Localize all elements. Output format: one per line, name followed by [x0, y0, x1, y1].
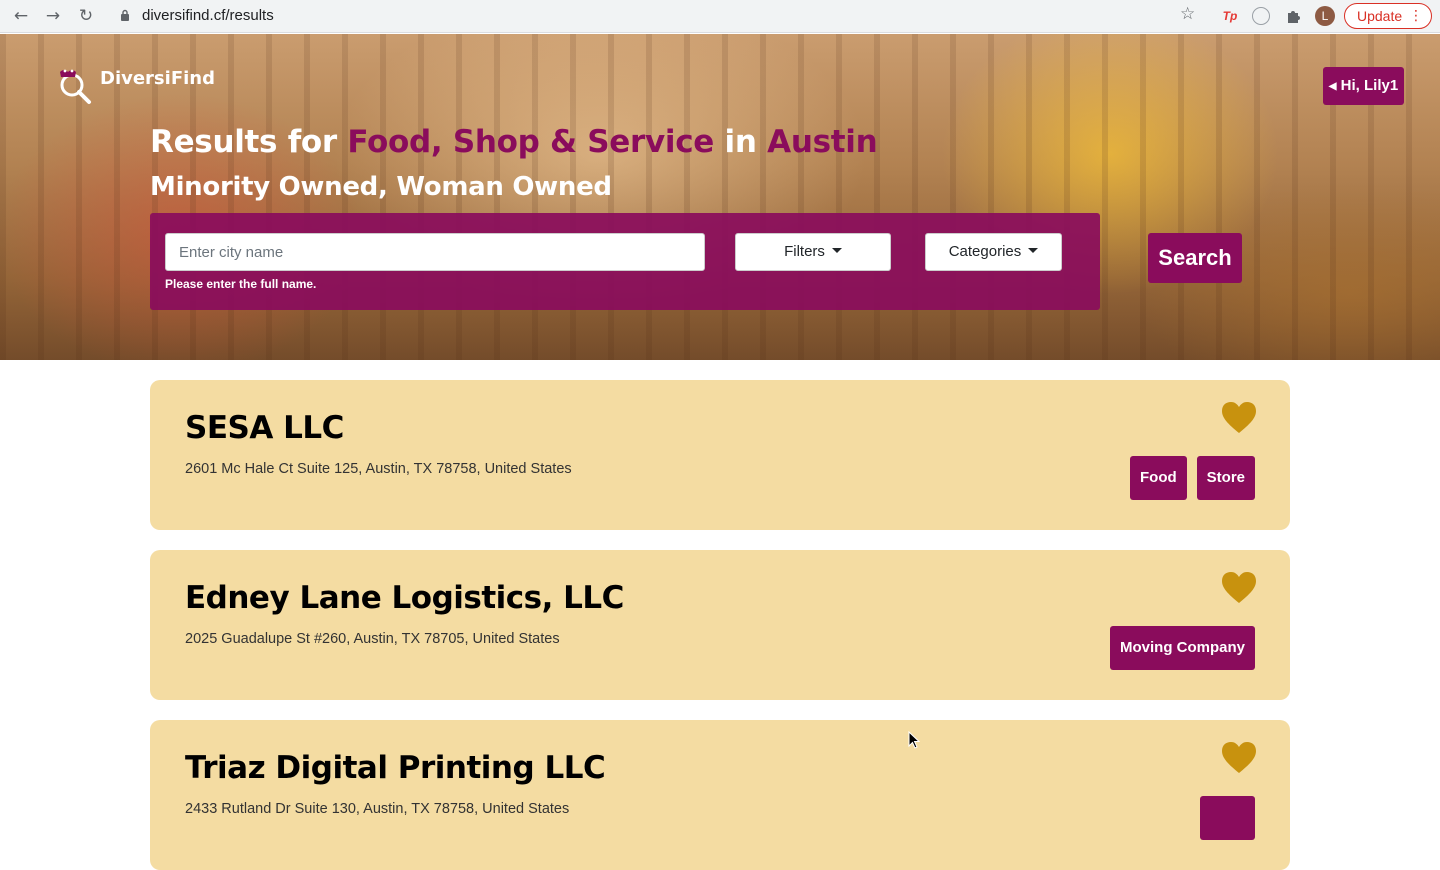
- reload-icon[interactable]: ↻: [74, 5, 98, 27]
- category-tags: Moving Company: [1109, 626, 1255, 670]
- result-card[interactable]: Edney Lane Logistics, LLC 2025 Guadalupe…: [150, 550, 1290, 700]
- extension-globe-icon[interactable]: [1252, 7, 1270, 25]
- caret-left-icon: ◀: [1328, 81, 1337, 92]
- tag-moving-company[interactable]: Moving Company: [1109, 626, 1255, 670]
- result-card[interactable]: Triaz Digital Printing LLC 2433 Rutland …: [150, 720, 1290, 870]
- caret-down-icon: [831, 248, 842, 253]
- city-search-input[interactable]: [165, 233, 705, 271]
- categories-label: Categories: [948, 243, 1022, 260]
- results-subtitle: Minority Owned, Woman Owned: [150, 172, 612, 202]
- address-bar[interactable]: diversifind.cf/results: [108, 2, 1210, 30]
- city-input-hint: Please enter the full name.: [165, 277, 317, 291]
- title-city: Austin: [767, 124, 878, 160]
- extension-tp-icon[interactable]: Tp: [1220, 6, 1240, 26]
- user-menu-button[interactable]: ◀ Hi, Lily1: [1323, 67, 1404, 105]
- title-in: in: [714, 124, 768, 160]
- back-icon[interactable]: ←: [9, 5, 33, 27]
- business-address: 2601 Mc Hale Ct Suite 125, Austin, TX 78…: [185, 461, 572, 477]
- results-title: Results for Food, Shop & Service in Aust…: [150, 124, 878, 160]
- tag-food[interactable]: Food: [1130, 456, 1187, 500]
- url-text: diversifind.cf/results: [142, 7, 274, 24]
- profile-avatar[interactable]: L: [1315, 6, 1335, 26]
- title-categories: Food, Shop & Service: [347, 124, 715, 160]
- more-menu-icon: ⋮: [1409, 8, 1423, 24]
- site-logo[interactable]: DiversiFind: [56, 66, 226, 106]
- categories-dropdown-button[interactable]: Categories: [925, 233, 1062, 271]
- favorite-heart-icon[interactable]: [1220, 400, 1258, 436]
- tag-store[interactable]: Store: [1196, 456, 1255, 500]
- search-panel: Please enter the full name. Filters Cate…: [150, 213, 1100, 310]
- tag-partial[interactable]: [1200, 796, 1255, 840]
- magnifier-logo-icon: [60, 69, 91, 104]
- browser-update-button[interactable]: Update ⋮: [1344, 3, 1432, 29]
- forward-icon[interactable]: →: [41, 5, 65, 27]
- title-prefix: Results for: [150, 124, 348, 160]
- search-button[interactable]: Search: [1148, 233, 1242, 283]
- update-label: Update: [1357, 8, 1403, 24]
- bookmark-star-icon[interactable]: ☆: [1180, 4, 1195, 24]
- category-tags: [1200, 796, 1255, 840]
- category-tags: Food Store: [1130, 456, 1255, 500]
- logo-text: DiversiFind: [100, 68, 215, 89]
- business-name[interactable]: Edney Lane Logistics, LLC: [185, 580, 624, 616]
- extensions-puzzle-icon[interactable]: [1284, 6, 1304, 26]
- result-card[interactable]: SESA LLC 2601 Mc Hale Ct Suite 125, Aust…: [150, 380, 1290, 530]
- business-address: 2025 Guadalupe St #260, Austin, TX 78705…: [185, 631, 560, 647]
- mouse-cursor-icon: [908, 731, 920, 749]
- filters-dropdown-button[interactable]: Filters: [735, 233, 891, 271]
- favorite-heart-icon[interactable]: [1220, 570, 1258, 606]
- business-name[interactable]: Triaz Digital Printing LLC: [185, 750, 606, 786]
- favorite-heart-icon[interactable]: [1220, 740, 1258, 776]
- browser-toolbar: ← → ↻ diversifind.cf/results ☆ Tp L Upda…: [0, 0, 1440, 33]
- caret-down-icon: [1028, 248, 1039, 253]
- business-address: 2433 Rutland Dr Suite 130, Austin, TX 78…: [185, 801, 570, 817]
- hero-banner: DiversiFind ◀ Hi, Lily1 Results for Food…: [0, 34, 1440, 360]
- lock-icon: [121, 9, 129, 21]
- user-greeting: Hi, Lily1: [1340, 77, 1399, 94]
- filters-label: Filters: [784, 243, 825, 260]
- business-name[interactable]: SESA LLC: [185, 410, 344, 446]
